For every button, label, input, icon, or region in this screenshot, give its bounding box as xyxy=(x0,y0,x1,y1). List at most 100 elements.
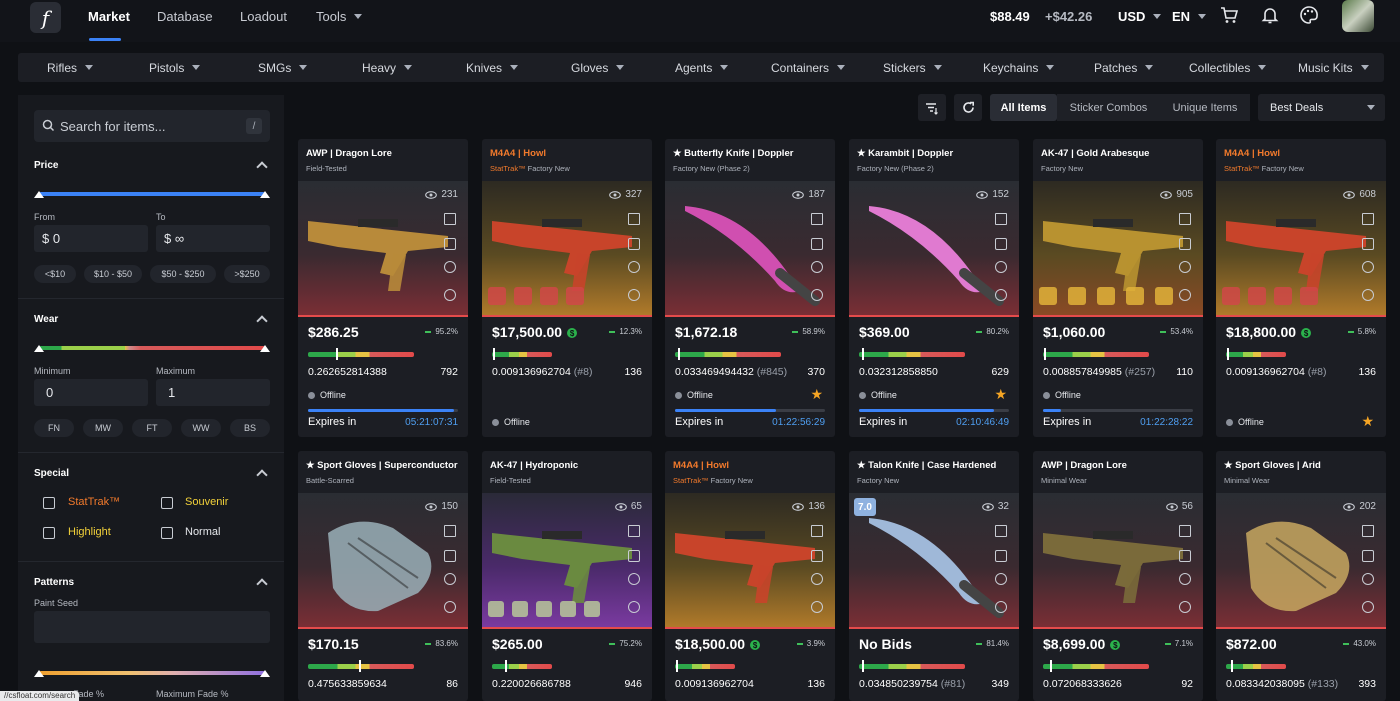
item-image[interactable]: 905 xyxy=(1033,181,1203,315)
wear-chip-ft[interactable]: FT xyxy=(132,419,172,437)
screenshot-icon[interactable] xyxy=(1179,550,1191,562)
item-name[interactable]: AWP | Dragon Lore xyxy=(1041,460,1127,471)
item-image[interactable]: 150 xyxy=(298,493,468,627)
bell-icon[interactable] xyxy=(1260,5,1280,25)
category-heavy[interactable]: Heavy xyxy=(362,53,413,82)
document-icon[interactable] xyxy=(1179,213,1191,225)
star-icon[interactable]: ★ xyxy=(994,386,1007,403)
inspect-icon[interactable] xyxy=(811,261,823,273)
price-to-input[interactable]: $ ∞ xyxy=(156,225,270,252)
item-name[interactable]: ★ Butterfly Knife | Doppler xyxy=(673,148,793,159)
inspect-icon[interactable] xyxy=(444,261,456,273)
inspect-icon[interactable] xyxy=(628,261,640,273)
zoom-icon[interactable] xyxy=(444,289,456,301)
category-rifles[interactable]: Rifles xyxy=(47,53,94,82)
screenshot-icon[interactable] xyxy=(1362,238,1374,250)
inspect-icon[interactable] xyxy=(1179,573,1191,585)
tab-sticker-combos[interactable]: Sticker Combos xyxy=(1057,94,1160,121)
listing-card[interactable]: AK-47 | Hydroponic Field-Tested 65 $265.00 7… xyxy=(482,451,652,701)
inspect-icon[interactable] xyxy=(811,573,823,585)
category-containers[interactable]: Containers xyxy=(771,53,846,82)
palette-icon[interactable] xyxy=(1299,5,1319,25)
document-icon[interactable] xyxy=(995,213,1007,225)
category-pistols[interactable]: Pistols xyxy=(149,53,201,82)
document-icon[interactable] xyxy=(628,525,640,537)
currency-select[interactable]: USD xyxy=(1118,0,1162,32)
category-knives[interactable]: Knives xyxy=(466,53,519,82)
document-icon[interactable] xyxy=(1362,525,1374,537)
screenshot-icon[interactable] xyxy=(995,238,1007,250)
document-icon[interactable] xyxy=(995,525,1007,537)
item-name[interactable]: ★ Talon Knife | Case Hardened xyxy=(857,460,996,471)
listing-card[interactable]: ★ Talon Knife | Case Hardened Factory New… xyxy=(849,451,1019,701)
chevron-up-icon[interactable] xyxy=(256,315,268,327)
listing-card[interactable]: AK-47 | Gold Arabesque Factory New 905 $1,0… xyxy=(1033,139,1203,437)
screenshot-icon[interactable] xyxy=(811,550,823,562)
star-icon[interactable]: ★ xyxy=(1361,413,1374,430)
item-name[interactable]: ★ Sport Gloves | Superconductor xyxy=(306,460,458,471)
fade-slider-track[interactable] xyxy=(39,671,265,675)
zoom-icon[interactable] xyxy=(995,601,1007,613)
screenshot-icon[interactable] xyxy=(1179,238,1191,250)
wear-chip-ww[interactable]: WW xyxy=(181,419,221,437)
screenshot-icon[interactable] xyxy=(995,550,1007,562)
zoom-icon[interactable] xyxy=(628,601,640,613)
tab-unique-items[interactable]: Unique Items xyxy=(1160,94,1250,121)
item-image[interactable]: 327 xyxy=(482,181,652,315)
price-slider-track[interactable] xyxy=(39,192,265,196)
wear-chip-mw[interactable]: MW xyxy=(83,419,123,437)
screenshot-icon[interactable] xyxy=(1362,550,1374,562)
wear-slider-min-handle[interactable] xyxy=(34,345,44,352)
logo[interactable]: f xyxy=(30,2,61,33)
chevron-up-icon[interactable] xyxy=(256,161,268,173)
inspect-icon[interactable] xyxy=(628,573,640,585)
wear-slider-track[interactable] xyxy=(39,346,265,350)
screenshot-icon[interactable] xyxy=(444,238,456,250)
screenshot-icon[interactable] xyxy=(811,238,823,250)
zoom-icon[interactable] xyxy=(1179,601,1191,613)
wear-min-input[interactable]: 0 xyxy=(34,379,148,406)
zoom-icon[interactable] xyxy=(628,289,640,301)
category-collectibles[interactable]: Collectibles xyxy=(1189,53,1267,82)
item-image[interactable]: 136 xyxy=(665,493,835,627)
search-input[interactable]: Search for items... xyxy=(60,119,165,134)
fade-slider-max-handle[interactable] xyxy=(260,670,270,677)
stattrak-checkbox[interactable] xyxy=(43,497,55,509)
inspect-icon[interactable] xyxy=(995,261,1007,273)
item-name[interactable]: ★ Sport Gloves | Arid xyxy=(1224,460,1321,471)
chevron-up-icon[interactable] xyxy=(256,578,268,590)
price-chip-50-250[interactable]: $50 - $250 xyxy=(150,265,216,283)
inspect-icon[interactable] xyxy=(1362,573,1374,585)
balance[interactable]: $88.49 xyxy=(990,0,1030,32)
language-select[interactable]: EN xyxy=(1172,0,1207,32)
tab-all-items[interactable]: All Items xyxy=(990,94,1057,121)
inspect-icon[interactable] xyxy=(995,573,1007,585)
nav-tools[interactable]: Tools xyxy=(316,0,363,32)
item-name[interactable]: AK-47 | Hydroponic xyxy=(490,460,578,471)
zoom-icon[interactable] xyxy=(811,601,823,613)
refresh-button[interactable] xyxy=(954,94,982,121)
inspect-icon[interactable] xyxy=(1179,261,1191,273)
price-chip-over-250[interactable]: >$250 xyxy=(224,265,270,283)
fade-slider-min-handle[interactable] xyxy=(34,670,44,677)
listing-card[interactable]: M4A4 | Howl StatTrak™ Factory New 327 $17,5… xyxy=(482,139,652,437)
inspect-icon[interactable] xyxy=(444,573,456,585)
price-from-input[interactable]: $ 0 xyxy=(34,225,148,252)
filter-sort-button[interactable] xyxy=(918,94,946,121)
cart-icon[interactable] xyxy=(1219,5,1239,25)
item-image[interactable]: 56 xyxy=(1033,493,1203,627)
category-keychains[interactable]: Keychains xyxy=(983,53,1055,82)
nav-market[interactable]: Market xyxy=(88,0,130,32)
zoom-icon[interactable] xyxy=(444,601,456,613)
listing-card[interactable]: M4A4 | Howl StatTrak™ Factory New 608 $18,8… xyxy=(1216,139,1386,437)
item-image[interactable]: 231 xyxy=(298,181,468,315)
item-image[interactable]: 152 xyxy=(849,181,1019,315)
chevron-up-icon[interactable] xyxy=(256,469,268,481)
item-image[interactable]: 202 xyxy=(1216,493,1386,627)
category-music-kits[interactable]: Music Kits xyxy=(1298,53,1369,82)
price-chip-under-10[interactable]: <$10 xyxy=(34,265,76,283)
zoom-icon[interactable] xyxy=(811,289,823,301)
screenshot-icon[interactable] xyxy=(628,550,640,562)
price-chip-10-50[interactable]: $10 - $50 xyxy=(84,265,142,283)
souvenir-checkbox[interactable] xyxy=(161,497,173,509)
